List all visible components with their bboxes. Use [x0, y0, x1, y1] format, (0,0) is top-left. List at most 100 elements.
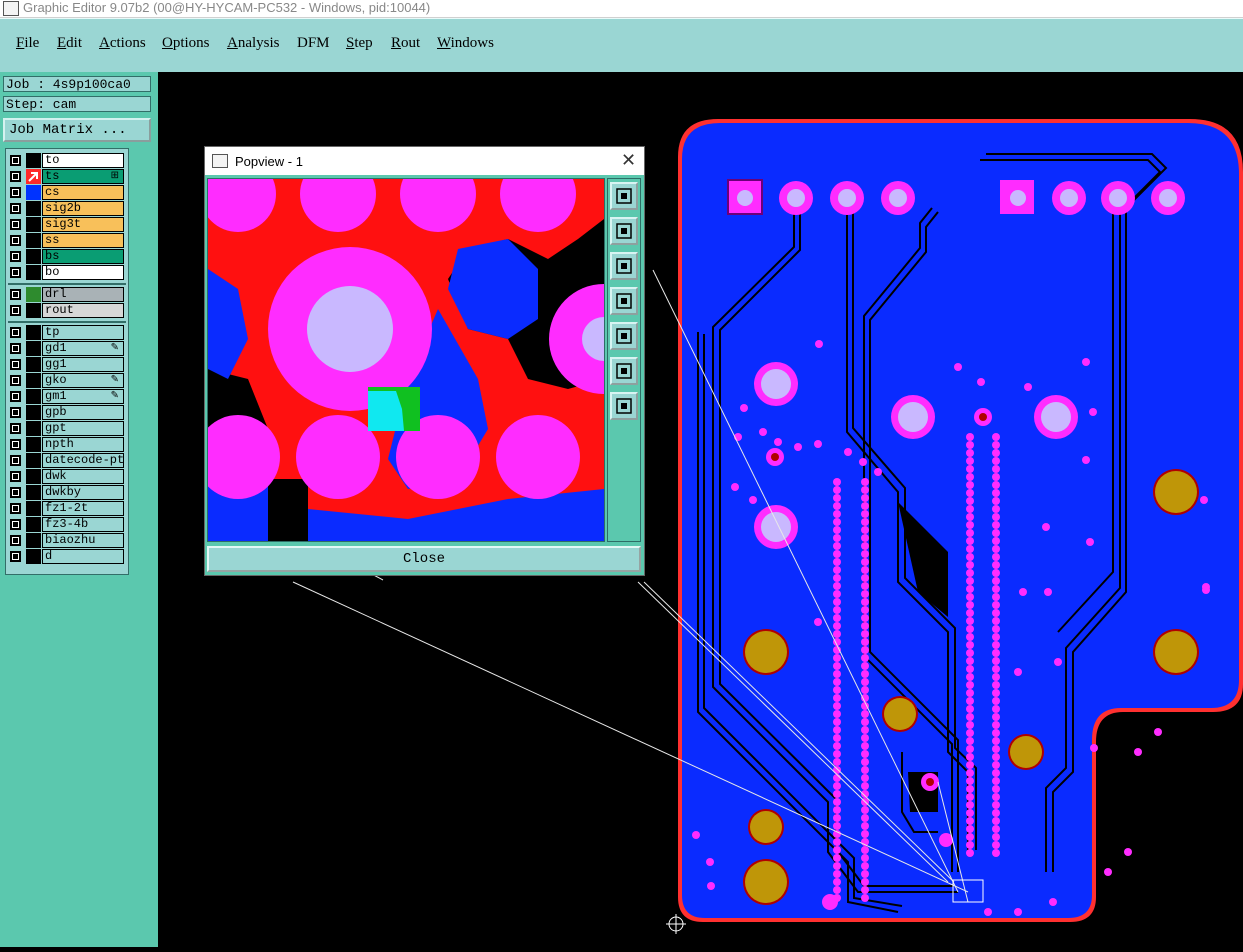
layer-checkbox[interactable]: [10, 551, 21, 562]
menu-step[interactable]: Step: [346, 35, 373, 55]
layer-row-gd1[interactable]: gd1 ✎: [8, 341, 128, 356]
zoom-in-icon[interactable]: [610, 357, 638, 385]
menu-file[interactable]: File: [16, 35, 39, 55]
layer-row-gko[interactable]: gko ✎: [8, 373, 128, 388]
layer-row-sig3t[interactable]: sig3t: [8, 217, 128, 232]
layer-name[interactable]: fz3-4b: [42, 517, 124, 532]
layer-name[interactable]: gko ✎: [42, 373, 124, 388]
job-matrix-button[interactable]: Job Matrix ...: [3, 118, 151, 142]
layer-color-swatch[interactable]: [26, 405, 41, 420]
menu-options[interactable]: Options: [162, 35, 210, 55]
layer-name[interactable]: biaozhu: [42, 533, 124, 548]
layer-color-swatch[interactable]: [26, 389, 41, 404]
layer-color-swatch[interactable]: [26, 533, 41, 548]
zoom-fit-icon[interactable]: [610, 182, 638, 210]
layer-row-gg1[interactable]: gg1: [8, 357, 128, 372]
layer-name[interactable]: drl: [42, 287, 124, 302]
layer-color-swatch[interactable]: [26, 501, 41, 516]
layer-name[interactable]: bo: [42, 265, 124, 280]
layer-color-swatch[interactable]: [26, 373, 41, 388]
layer-row-fz3-4b[interactable]: fz3-4b: [8, 517, 128, 532]
layer-name[interactable]: gpt: [42, 421, 124, 436]
layer-name[interactable]: npth: [42, 437, 124, 452]
move-left-icon[interactable]: [610, 287, 638, 315]
zoom-out-icon[interactable]: [610, 392, 638, 420]
layer-row-fz1-2t[interactable]: fz1-2t: [8, 501, 128, 516]
layer-row-drl[interactable]: drl: [8, 287, 128, 302]
layer-name[interactable]: gd1 ✎: [42, 341, 124, 356]
layer-color-swatch[interactable]: [26, 549, 41, 564]
layer-row-npth[interactable]: npth: [8, 437, 128, 452]
move-right-icon[interactable]: [610, 322, 638, 350]
layer-color-swatch[interactable]: [26, 185, 41, 200]
layer-name[interactable]: bs: [42, 249, 124, 264]
layer-checkbox[interactable]: [10, 423, 21, 434]
layer-name[interactable]: datecode-ptc: [42, 453, 124, 468]
layer-name[interactable]: d: [42, 549, 124, 564]
layer-color-swatch[interactable]: [26, 453, 41, 468]
layer-name[interactable]: cs: [42, 185, 124, 200]
layer-color-swatch[interactable]: [26, 325, 41, 340]
layer-row-dwk[interactable]: dwk: [8, 469, 128, 484]
layer-checkbox[interactable]: [10, 267, 21, 278]
layer-name[interactable]: rout: [42, 303, 124, 318]
layer-color-swatch[interactable]: [26, 341, 41, 356]
layer-color-swatch[interactable]: [26, 485, 41, 500]
layer-checkbox[interactable]: [10, 439, 21, 450]
layer-row-bo[interactable]: bo: [8, 265, 128, 280]
menu-rout[interactable]: Rout: [391, 35, 420, 55]
layer-checkbox[interactable]: [10, 375, 21, 386]
layer-checkbox[interactable]: [10, 487, 21, 498]
close-icon[interactable]: ✕: [621, 150, 636, 171]
layer-name[interactable]: gm1 ✎: [42, 389, 124, 404]
layer-name[interactable]: sig2b: [42, 201, 124, 216]
layer-row-rout[interactable]: rout: [8, 303, 128, 318]
layer-color-swatch[interactable]: [26, 233, 41, 248]
layer-color-swatch[interactable]: [26, 303, 41, 318]
layer-row-gpt[interactable]: gpt: [8, 421, 128, 436]
layer-row-sig2b[interactable]: sig2b: [8, 201, 128, 216]
layer-name[interactable]: gg1: [42, 357, 124, 372]
layer-checkbox[interactable]: [10, 455, 21, 466]
layer-checkbox[interactable]: [10, 519, 21, 530]
layer-color-swatch[interactable]: [26, 169, 41, 184]
layer-color-swatch[interactable]: [26, 249, 41, 264]
layer-checkbox[interactable]: [10, 219, 21, 230]
layer-checkbox[interactable]: [10, 471, 21, 482]
layer-name[interactable]: dwk: [42, 469, 124, 484]
popview-zoom-view[interactable]: [196, 156, 659, 542]
layer-checkbox[interactable]: [10, 187, 21, 198]
layer-checkbox[interactable]: [10, 359, 21, 370]
close-button[interactable]: Close: [207, 546, 641, 572]
layer-row-datecode-ptc[interactable]: datecode-ptc: [8, 453, 128, 468]
move-up-icon[interactable]: [610, 217, 638, 245]
layer-row-to[interactable]: to: [8, 153, 128, 168]
layer-color-swatch[interactable]: [26, 217, 41, 232]
layer-checkbox[interactable]: [10, 327, 21, 338]
menu-dfm[interactable]: DFM: [297, 35, 330, 55]
layer-color-swatch[interactable]: [26, 201, 41, 216]
layer-row-bs[interactable]: bs: [8, 249, 128, 264]
layer-color-swatch[interactable]: [26, 469, 41, 484]
layer-color-swatch[interactable]: [26, 357, 41, 372]
move-down-icon[interactable]: [610, 252, 638, 280]
layer-color-swatch[interactable]: [26, 265, 41, 280]
layer-color-swatch[interactable]: [26, 421, 41, 436]
layer-checkbox[interactable]: [10, 171, 21, 182]
menu-edit[interactable]: Edit: [57, 35, 82, 55]
layer-checkbox[interactable]: [10, 203, 21, 214]
layer-checkbox[interactable]: [10, 155, 21, 166]
menu-analysis[interactable]: Analysis: [227, 35, 280, 55]
layer-name[interactable]: to: [42, 153, 124, 168]
layer-row-tp[interactable]: tp: [8, 325, 128, 340]
layer-row-d[interactable]: d: [8, 549, 128, 564]
layer-checkbox[interactable]: [10, 251, 21, 262]
layer-checkbox[interactable]: [10, 503, 21, 514]
layer-row-ss[interactable]: ss: [8, 233, 128, 248]
layer-checkbox[interactable]: [10, 391, 21, 402]
layer-row-dwkby[interactable]: dwkby: [8, 485, 128, 500]
layer-checkbox[interactable]: [10, 407, 21, 418]
menu-windows[interactable]: Windows: [437, 35, 494, 55]
layer-row-gm1[interactable]: gm1 ✎: [8, 389, 128, 404]
layer-row-ts[interactable]: ts ⊞: [8, 169, 128, 184]
